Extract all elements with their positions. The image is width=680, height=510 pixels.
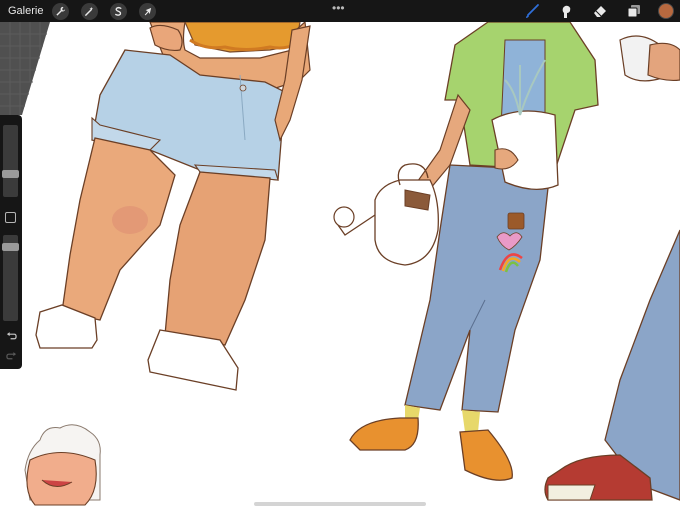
color-picker-button[interactable] [658,3,674,19]
brush-icon [526,4,539,18]
opacity-thumb[interactable] [2,242,19,251]
brush-tool-button[interactable] [522,1,542,21]
layers-icon [627,5,640,18]
gallery-button[interactable]: Galerie [8,5,43,17]
brush-size-slider[interactable] [2,125,19,197]
layers-button[interactable] [624,1,644,21]
undo-button[interactable] [4,330,18,342]
undo-icon [6,332,17,340]
illustration-artwork [24,20,680,506]
modify-button[interactable] [5,212,16,223]
selection-button[interactable] [110,2,128,20]
right-toolbar [508,0,680,22]
smudge-tool-button[interactable] [556,1,576,21]
eraser-icon [594,6,606,17]
adjustments-button[interactable] [52,2,70,20]
brush-sidebar [0,115,22,369]
redo-icon [5,352,16,360]
arrow-cursor-icon [145,7,152,15]
drawing-canvas[interactable] [0,0,680,510]
wrench-icon [56,6,66,16]
magic-button[interactable] [81,2,99,20]
eraser-tool-button[interactable] [590,1,610,21]
brush-size-thumb[interactable] [2,169,19,178]
top-toolbar: Galerie ••• [0,0,680,22]
home-indicator [254,502,426,506]
selection-s-icon [115,6,122,16]
transform-button[interactable] [139,2,157,20]
opacity-slider[interactable] [2,235,19,321]
more-actions-button[interactable]: ••• [332,2,345,14]
canvas-panel-corner [0,22,50,117]
smudge-icon [562,5,571,18]
redo-button[interactable] [4,350,18,362]
magic-wand-icon [85,6,94,16]
